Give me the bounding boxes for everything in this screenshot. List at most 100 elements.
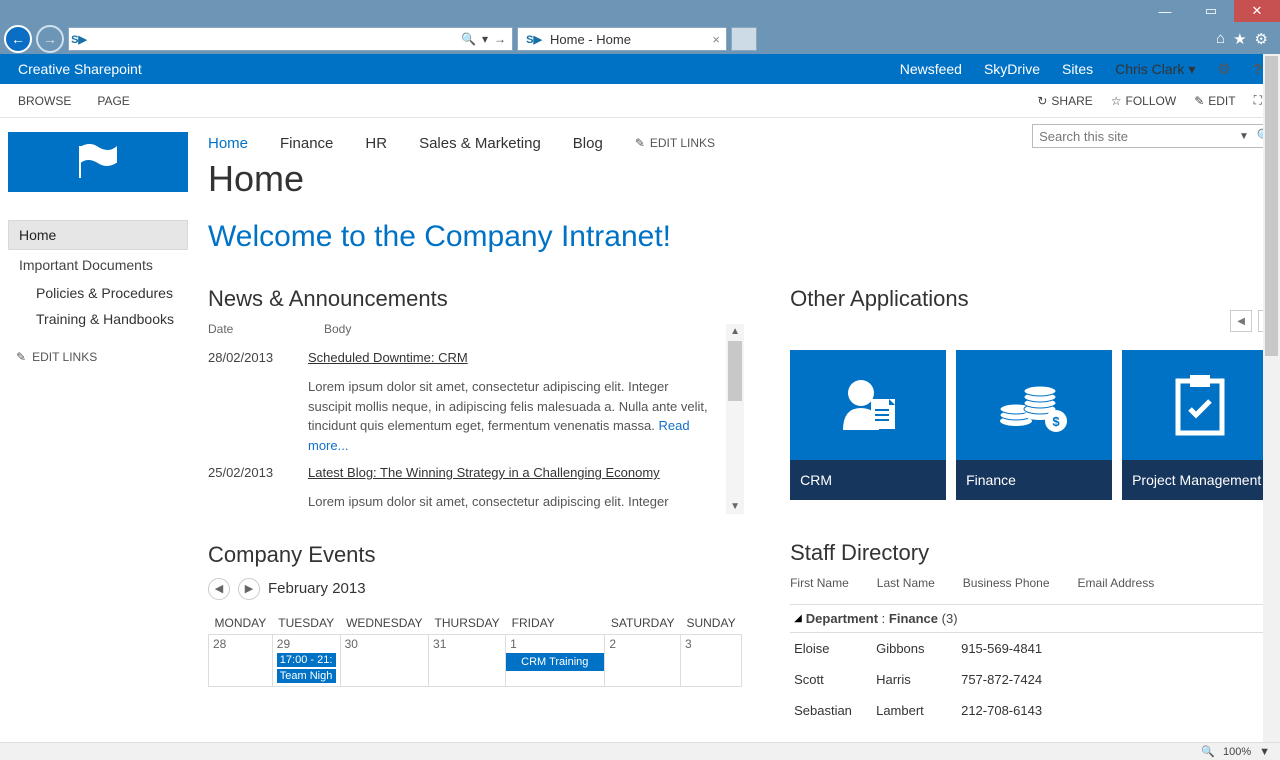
browser-nav-bar: ← → S▶ 🔍 ▾ → S▶ Home - Home × ⌂ ★ ⚙ bbox=[0, 24, 1280, 54]
news-date: 25/02/2013 bbox=[208, 465, 286, 512]
address-bar[interactable]: S▶ 🔍 ▾ → bbox=[68, 27, 513, 51]
cal-event[interactable]: Team Nigh bbox=[277, 669, 336, 683]
settings-gear-icon[interactable]: ⚙ bbox=[1217, 60, 1230, 78]
cal-cell[interactable]: 2 bbox=[605, 634, 681, 686]
close-button[interactable]: ✕ bbox=[1234, 0, 1280, 22]
search-placeholder: Search this site bbox=[1039, 129, 1128, 144]
topnav-finance[interactable]: Finance bbox=[280, 135, 333, 152]
nav-item-home[interactable]: Home bbox=[8, 220, 188, 250]
pencil-icon: ✎ bbox=[1194, 94, 1204, 108]
edit-button[interactable]: ✎EDIT bbox=[1194, 94, 1235, 108]
news-excerpt: Lorem ipsum dolor sit amet, consectetur … bbox=[308, 377, 712, 455]
cal-event[interactable]: 17:00 - 21: bbox=[277, 653, 336, 667]
minimize-button[interactable]: — bbox=[1142, 0, 1188, 22]
cal-cell[interactable]: 28 bbox=[209, 634, 273, 686]
page-scrollbar[interactable] bbox=[1263, 54, 1280, 742]
zoom-dropdown-icon[interactable]: ▼ bbox=[1259, 746, 1270, 758]
cal-cell[interactable]: 30 bbox=[340, 634, 428, 686]
topnav-edit-links[interactable]: ✎EDIT LINKS bbox=[635, 136, 715, 150]
coins-icon: $ bbox=[994, 375, 1074, 435]
nav-item-important-documents[interactable]: Important Documents bbox=[8, 250, 188, 280]
calendar-nav: ◀ ▶ February 2013 bbox=[208, 578, 742, 600]
site-title: Creative Sharepoint bbox=[18, 61, 142, 77]
favorites-icon[interactable]: ★ bbox=[1233, 30, 1246, 48]
forward-button[interactable]: → bbox=[36, 25, 64, 53]
app-tiles: CRM $ Finance Project Management bbox=[790, 350, 1280, 500]
pencil-icon: ✎ bbox=[635, 136, 645, 150]
news-row: 25/02/2013 Latest Blog: The Winning Stra… bbox=[208, 455, 742, 512]
page-scroll-thumb[interactable] bbox=[1265, 56, 1278, 356]
tools-icon[interactable]: ⚙ bbox=[1255, 30, 1268, 48]
news-scrollbar[interactable]: ▲ ▼ bbox=[726, 324, 744, 514]
collapse-icon[interactable]: ◢ bbox=[794, 613, 802, 624]
cal-prev-icon[interactable]: ◀ bbox=[208, 578, 230, 600]
home-icon[interactable]: ⌂ bbox=[1216, 30, 1225, 48]
tab-close-icon[interactable]: × bbox=[712, 32, 720, 47]
scroll-thumb[interactable] bbox=[728, 341, 742, 401]
staff-heading: Staff Directory bbox=[790, 540, 1280, 566]
sharepoint-icon: S▶ bbox=[69, 33, 89, 46]
ribbon-row: BROWSE PAGE ↻SHARE ☆FOLLOW ✎EDIT ⛶ bbox=[0, 84, 1280, 118]
cal-event[interactable]: CRM Training bbox=[505, 653, 604, 671]
edit-links-button[interactable]: ✎EDIT LINKS bbox=[8, 350, 188, 364]
nav-sub-policies[interactable]: Policies & Procedures bbox=[8, 280, 188, 306]
help-icon[interactable]: ? bbox=[1253, 61, 1262, 78]
scroll-down-icon[interactable]: ▼ bbox=[728, 499, 742, 514]
page-title: Home bbox=[208, 158, 1280, 200]
topnav-sales[interactable]: Sales & Marketing bbox=[419, 135, 541, 152]
tile-finance[interactable]: $ Finance bbox=[956, 350, 1112, 500]
scroll-up-icon[interactable]: ▲ bbox=[728, 324, 742, 339]
staff-row[interactable]: EloiseGibbons915-569-4841 bbox=[790, 633, 1280, 664]
ribbon-tab-page[interactable]: PAGE bbox=[97, 94, 129, 108]
focus-icon[interactable]: ⛶ bbox=[1254, 93, 1262, 108]
apps-pager: ◀ ▶ bbox=[790, 310, 1280, 332]
news-heading: News & Announcements bbox=[208, 286, 742, 312]
cal-next-icon[interactable]: ▶ bbox=[238, 578, 260, 600]
person-doc-icon bbox=[833, 375, 903, 435]
go-icon[interactable]: → bbox=[494, 32, 506, 46]
tile-crm[interactable]: CRM bbox=[790, 350, 946, 500]
new-tab-button[interactable] bbox=[731, 27, 757, 51]
site-logo[interactable] bbox=[8, 132, 188, 192]
svg-text:$: $ bbox=[1052, 414, 1060, 429]
topnav-hr[interactable]: HR bbox=[365, 135, 387, 152]
browser-tab[interactable]: S▶ Home - Home × bbox=[517, 27, 727, 51]
topnav-home[interactable]: Home bbox=[208, 135, 248, 152]
user-menu[interactable]: Chris Clark▾ bbox=[1115, 61, 1195, 78]
star-icon: ☆ bbox=[1111, 94, 1122, 108]
news-title-link[interactable]: Latest Blog: The Winning Strategy in a C… bbox=[308, 465, 712, 480]
cal-cell[interactable]: 1 CRM Training bbox=[506, 634, 605, 686]
suite-link-skydrive[interactable]: SkyDrive bbox=[984, 61, 1040, 77]
follow-button[interactable]: ☆FOLLOW bbox=[1111, 94, 1176, 108]
suite-link-sites[interactable]: Sites bbox=[1062, 61, 1093, 77]
nav-sub-training[interactable]: Training & Handbooks bbox=[8, 306, 188, 332]
dropdown-icon[interactable]: ▾ bbox=[482, 32, 488, 46]
sharepoint-icon: S▶ bbox=[524, 33, 544, 46]
ribbon-tab-browse[interactable]: BROWSE bbox=[18, 94, 71, 108]
cal-cell[interactable]: 29 17:00 - 21: Team Nigh bbox=[272, 634, 340, 686]
pager-prev-icon[interactable]: ◀ bbox=[1230, 310, 1252, 332]
search-box[interactable]: Search this site ▼ 🔍 bbox=[1032, 124, 1280, 148]
news-title-link[interactable]: Scheduled Downtime: CRM bbox=[308, 350, 712, 365]
topnav-blog[interactable]: Blog bbox=[573, 135, 603, 152]
cal-cell[interactable]: 3 bbox=[680, 634, 741, 686]
maximize-button[interactable]: ▭ bbox=[1188, 0, 1234, 22]
page-content: Home Important Documents Policies & Proc… bbox=[0, 118, 1280, 742]
tile-project[interactable]: Project Management bbox=[1122, 350, 1278, 500]
tile-label: CRM bbox=[790, 460, 946, 500]
back-button[interactable]: ← bbox=[4, 25, 32, 53]
zoom-icon[interactable]: 🔍 bbox=[1201, 745, 1215, 758]
staff-row[interactable]: SebastianLambert212-708-6143 bbox=[790, 695, 1280, 726]
user-name-label: Chris Clark bbox=[1115, 61, 1184, 77]
staff-columns: First Name Last Name Business Phone Emai… bbox=[790, 576, 1280, 590]
cal-cell[interactable]: 31 bbox=[429, 634, 506, 686]
share-button[interactable]: ↻SHARE bbox=[1037, 94, 1092, 108]
staff-row[interactable]: ScottHarris757-872-7424 bbox=[790, 664, 1280, 695]
staff-group[interactable]: ◢ Department : Finance (3) bbox=[790, 604, 1280, 633]
news-list: Date Body 28/02/2013 Scheduled Downtime:… bbox=[208, 318, 742, 512]
clipboard-icon bbox=[1170, 373, 1230, 437]
search-icon[interactable]: 🔍 bbox=[461, 32, 476, 46]
address-input[interactable] bbox=[89, 32, 455, 47]
search-dropdown-icon[interactable]: ▼ bbox=[1239, 131, 1249, 142]
suite-link-newsfeed[interactable]: Newsfeed bbox=[900, 61, 962, 77]
